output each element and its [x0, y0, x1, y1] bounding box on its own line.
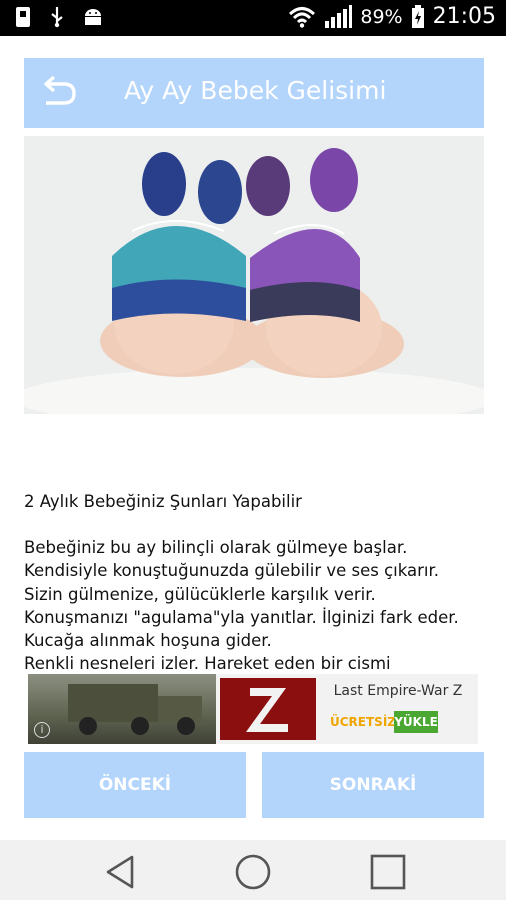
wifi-icon — [289, 6, 316, 28]
clock: 21:05 — [432, 4, 496, 29]
app-header: Ay Ay Bebek Gelisimi — [24, 58, 484, 128]
ad-info-icon[interactable]: i — [34, 722, 50, 738]
recents-nav-icon[interactable] — [370, 854, 406, 890]
back-button[interactable] — [38, 74, 78, 112]
article-line: Bebeğiniz bu ay bilinçli olarak gülmeye … — [24, 538, 408, 558]
ad-game-logo — [220, 678, 316, 740]
back-arrow-icon — [44, 75, 76, 105]
article-line: Kendisiyle konuştuğunuzda gülebilir ve s… — [24, 561, 440, 581]
ad-title: Last Empire-War Z — [333, 683, 463, 699]
article-line: Kucağa alınmak hoşuna gider. — [24, 631, 272, 651]
android-icon — [82, 6, 102, 28]
article-line: Konuşmanızı "agulama"yla yanıtlar. İlgin… — [24, 607, 459, 627]
battery-charging-icon — [411, 4, 424, 28]
ad-banner[interactable]: i Last Empire-War Z ÜCRETSİZ YÜKLE — [28, 674, 478, 744]
home-nav-icon[interactable] — [234, 853, 272, 891]
baby-photo — [24, 136, 484, 414]
previous-button[interactable]: ÖNCEKİ — [24, 752, 246, 818]
battery-percent: 89% — [360, 5, 403, 28]
system-nav-bar — [0, 840, 506, 900]
article-line: Renkli nesneleri izler. Hareket eden bir… — [24, 654, 391, 670]
status-bar: 89% 21:05 — [0, 0, 506, 36]
page-title: Ay Ay Bebek Gelisimi — [124, 76, 387, 105]
back-nav-icon[interactable] — [104, 854, 136, 890]
status-indicators: 89% 21:05 — [288, 4, 496, 29]
sim-icon — [14, 6, 34, 28]
signal-icon — [325, 4, 353, 28]
ad-truck-image — [28, 674, 216, 744]
article-heading: 2 Aylık Bebeğiniz Şunları Yapabilir — [24, 492, 302, 511]
article-content: 2 Aylık Bebeğiniz Şunları Yapabilir Bebe… — [24, 490, 494, 670]
usb-icon — [48, 6, 68, 28]
ad-free-label: ÜCRETSİZ — [330, 715, 396, 729]
article-line: Sizin gülmenize, gülücüklerle karşılık v… — [24, 584, 376, 604]
next-button[interactable]: SONRAKİ — [262, 752, 484, 818]
ad-install-button[interactable]: YÜKLE — [394, 711, 438, 733]
notification-icons — [14, 6, 102, 28]
